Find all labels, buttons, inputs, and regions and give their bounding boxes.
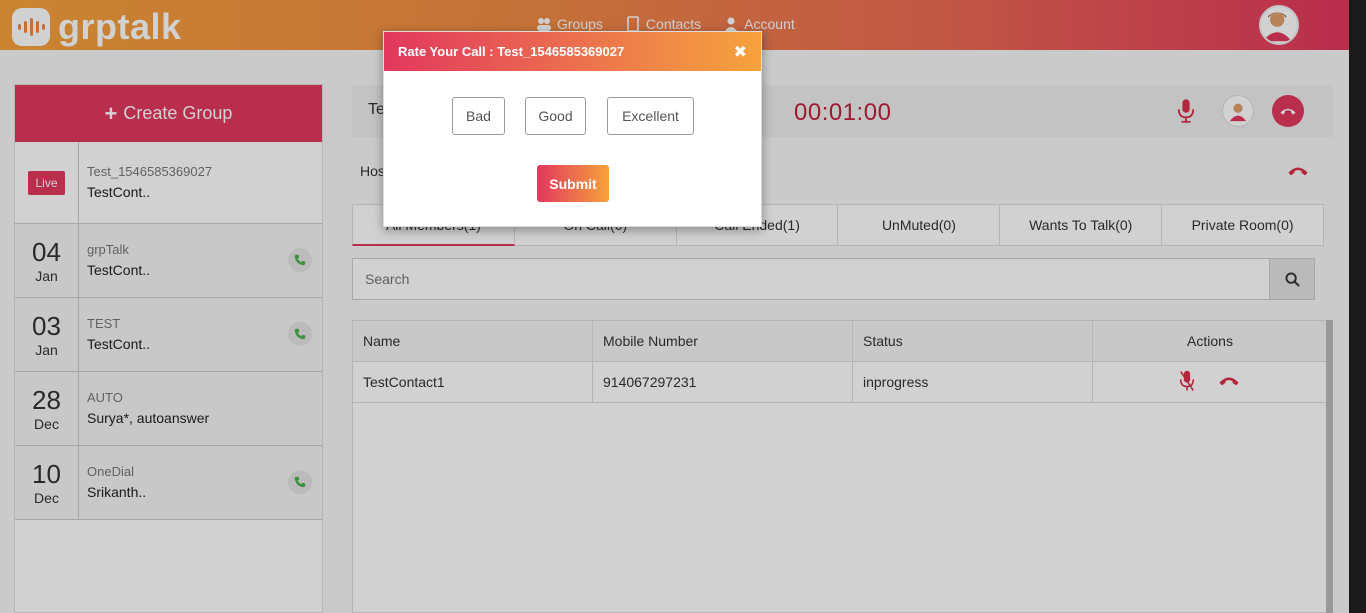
rate-good-button[interactable]: Good — [525, 97, 586, 135]
rate-call-modal: Rate Your Call : Test_1546585369027 ✖ Ba… — [383, 31, 762, 227]
submit-button[interactable]: Submit — [537, 165, 609, 202]
page-scrollbar[interactable] — [1349, 0, 1366, 613]
rate-bad-button[interactable]: Bad — [452, 97, 505, 135]
modal-header: Rate Your Call : Test_1546585369027 ✖ — [384, 32, 761, 71]
close-icon[interactable]: ✖ — [734, 42, 747, 62]
rate-excellent-button[interactable]: Excellent — [607, 97, 694, 135]
modal-title: Rate Your Call : Test_1546585369027 — [398, 44, 625, 59]
